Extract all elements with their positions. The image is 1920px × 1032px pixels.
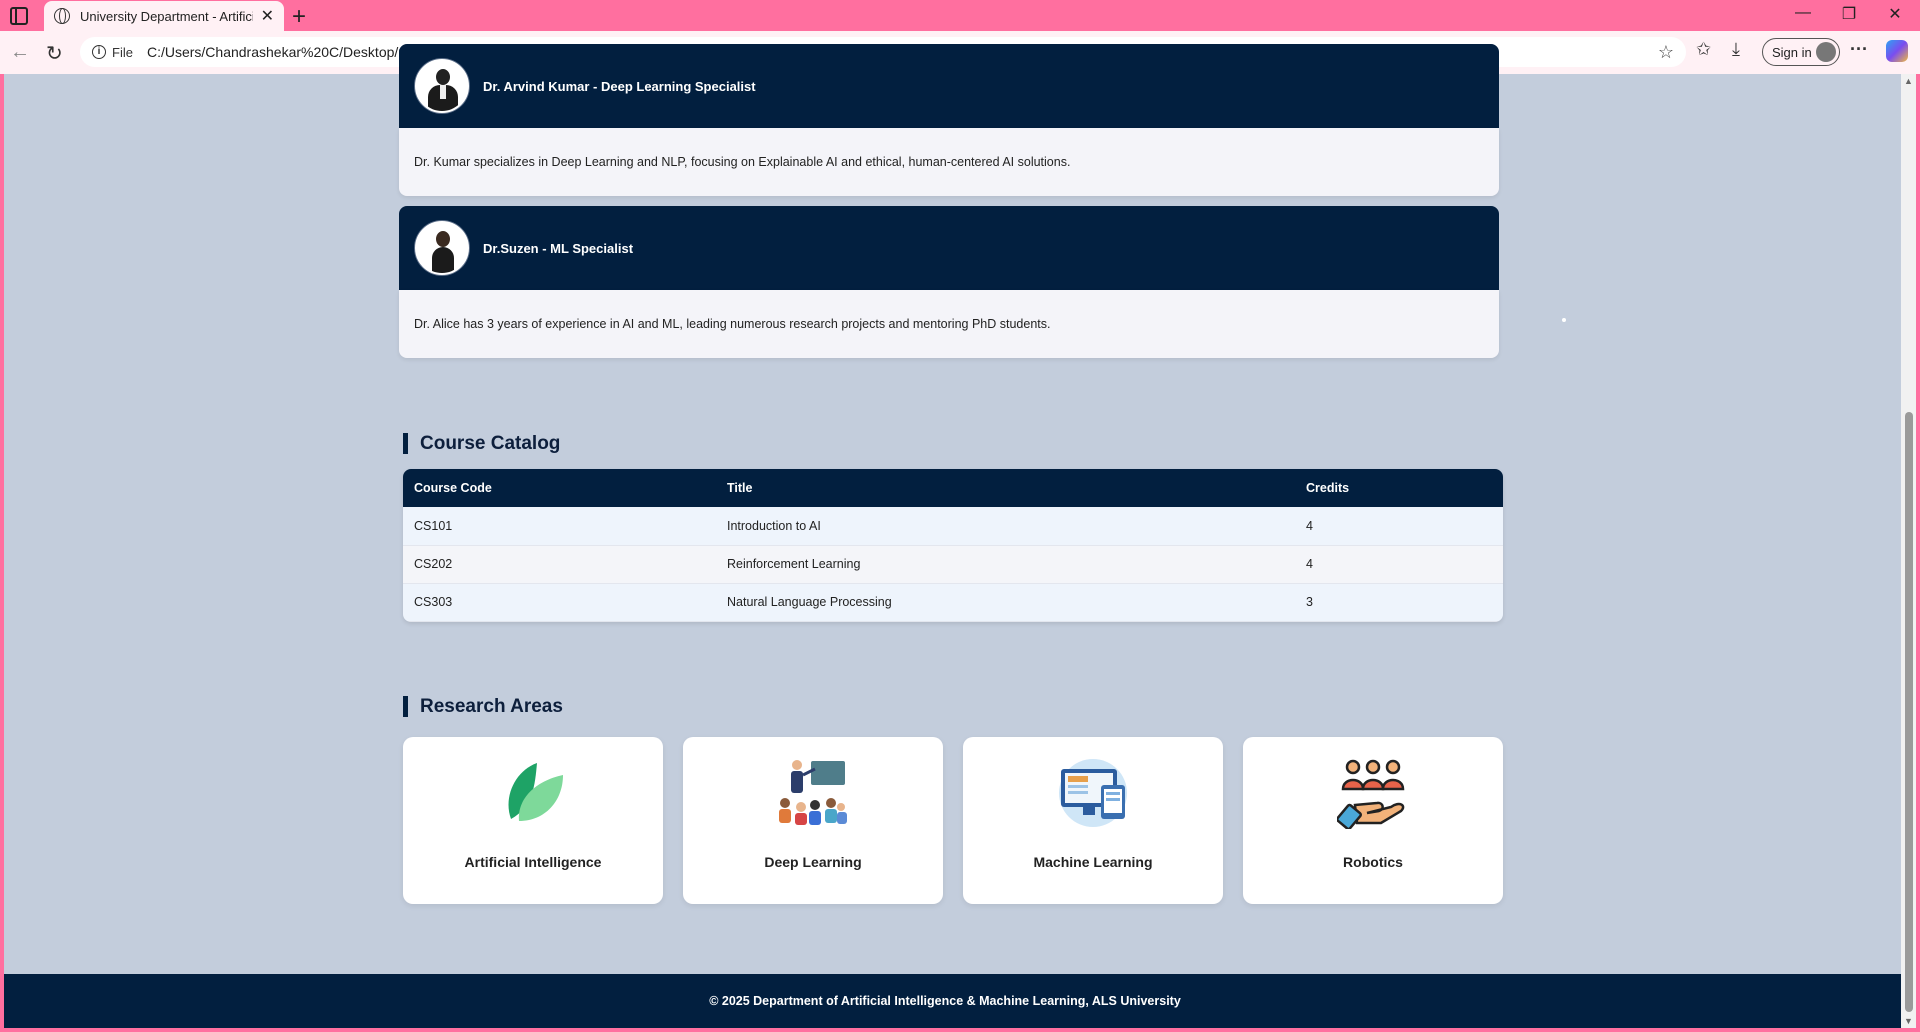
minimize-icon[interactable]: — — [1780, 4, 1826, 22]
course-code: CS101 — [403, 507, 716, 546]
course-catalog-heading: Course Catalog — [403, 433, 560, 454]
favorites-icon[interactable]: ✩ — [1696, 39, 1711, 60]
faculty-card-header: Dr. Arvind Kumar - Deep Learning Special… — [399, 44, 1499, 128]
column-header: Course Code — [403, 469, 716, 507]
scroll-down-icon[interactable]: ▼ — [1904, 1016, 1913, 1026]
favorite-star-icon[interactable]: ☆ — [1658, 42, 1674, 63]
close-window-icon[interactable]: ✕ — [1872, 4, 1918, 24]
sidebar-toggle-icon[interactable] — [10, 7, 28, 25]
table-header-row: Course Code Title Credits — [403, 469, 1503, 507]
close-tab-icon[interactable]: ✕ — [261, 6, 274, 26]
scroll-up-icon[interactable]: ▲ — [1904, 76, 1913, 86]
profile-avatar-icon — [1816, 42, 1836, 62]
research-card-ai[interactable]: Artificial Intelligence — [403, 737, 663, 904]
refresh-icon[interactable]: ↻ — [46, 41, 63, 66]
research-areas-heading: Research Areas — [403, 696, 563, 717]
research-card-label: Artificial Intelligence — [464, 854, 602, 870]
research-card-ml[interactable]: Machine Learning — [963, 737, 1223, 904]
research-card-deep-learning[interactable]: Deep Learning — [683, 737, 943, 904]
column-header: Title — [716, 469, 1295, 507]
faculty-bio: Dr. Kumar specializes in Deep Learning a… — [399, 128, 1499, 196]
globe-icon — [54, 8, 70, 24]
research-card-label: Machine Learning — [1033, 854, 1153, 870]
course-code: CS303 — [403, 583, 716, 622]
table-row: CS303 Natural Language Processing 3 — [403, 583, 1503, 622]
course-title: Introduction to AI — [716, 507, 1295, 546]
faculty-name: Dr.Suzen - ML Specialist — [483, 240, 634, 256]
footer-text: © 2025 Department of Artificial Intellig… — [709, 994, 1181, 1008]
cursor-dot — [1562, 318, 1566, 322]
course-title: Natural Language Processing — [716, 583, 1295, 622]
new-tab-icon[interactable]: + — [292, 3, 306, 31]
course-table: Course Code Title Credits CS101 Introduc… — [403, 469, 1503, 622]
research-card-label: Deep Learning — [764, 854, 862, 870]
vertical-scrollbar[interactable]: ▲ ▼ — [1901, 74, 1916, 1028]
file-label: File — [112, 44, 133, 60]
course-credits: 4 — [1295, 545, 1503, 584]
back-icon[interactable]: ← — [10, 41, 30, 64]
faculty-photo — [415, 221, 469, 275]
active-tab[interactable]: University Department - Artificial ✕ — [44, 1, 284, 31]
course-title: Reinforcement Learning — [716, 545, 1295, 584]
table-row: CS101 Introduction to AI 4 — [403, 507, 1503, 546]
faculty-bio: Dr. Alice has 3 years of experience in A… — [399, 290, 1499, 358]
table-row: CS202 Reinforcement Learning 4 — [403, 545, 1503, 584]
tab-strip: University Department - Artificial ✕ + —… — [0, 0, 1920, 31]
research-card-robotics[interactable]: Robotics — [1243, 737, 1503, 904]
faculty-photo — [415, 59, 469, 113]
team-hand-icon — [1337, 759, 1405, 829]
download-icon[interactable]: ⤓ — [1732, 39, 1740, 60]
teacher-presentation-icon — [779, 760, 847, 825]
sign-in-button[interactable]: Sign in — [1762, 38, 1840, 66]
course-credits: 3 — [1295, 583, 1503, 622]
computer-monitor-icon — [1059, 759, 1127, 827]
page-footer: © 2025 Department of Artificial Intellig… — [4, 974, 1901, 1028]
copilot-icon[interactable] — [1886, 40, 1908, 62]
research-cards: Artificial Intelligence Deep Learning Ma… — [403, 737, 1503, 904]
info-icon[interactable]: i — [92, 45, 106, 59]
course-code: CS202 — [403, 545, 716, 584]
restore-icon[interactable]: ❐ — [1826, 4, 1872, 24]
sign-in-label: Sign in — [1772, 44, 1812, 60]
scrollbar-thumb[interactable] — [1905, 412, 1913, 1012]
more-menu-icon[interactable]: ··· — [1850, 39, 1868, 60]
research-card-label: Robotics — [1343, 854, 1403, 870]
tab-title: University Department - Artificial — [80, 8, 253, 24]
faculty-card-header: Dr.Suzen - ML Specialist — [399, 206, 1499, 290]
faculty-name: Dr. Arvind Kumar - Deep Learning Special… — [483, 78, 756, 94]
column-header: Credits — [1295, 469, 1503, 507]
course-credits: 4 — [1295, 507, 1503, 546]
leaf-icon — [508, 763, 563, 821]
